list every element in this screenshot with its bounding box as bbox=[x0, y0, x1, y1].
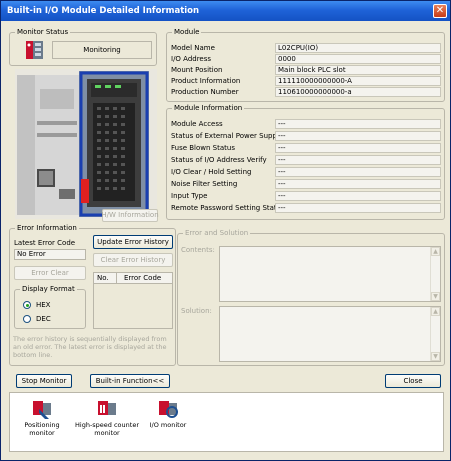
solution-textarea[interactable]: ▲ ▼ bbox=[219, 306, 441, 362]
info-row-label: Fuse Blown Status bbox=[171, 144, 235, 152]
error-and-solution-group: Error and Solution Contents: ▲ ▼ Solutio… bbox=[177, 229, 445, 366]
scroll-down-icon[interactable]: ▼ bbox=[431, 292, 440, 301]
builtin-function-button[interactable]: Built-in Function<< bbox=[90, 374, 170, 388]
info-row-label: Status of External Power Supply bbox=[171, 132, 284, 140]
info-row-label: I/O Clear / Hold Setting bbox=[171, 168, 252, 176]
dec-label[interactable]: DEC bbox=[36, 315, 51, 324]
error-information-legend: Error Information bbox=[15, 224, 79, 233]
module-row-value: Main block PLC slot bbox=[275, 65, 441, 75]
info-row-value: --- bbox=[275, 131, 441, 141]
info-row-label: Remote Password Setting Status bbox=[171, 204, 285, 212]
hw-information-button[interactable]: H/W Information bbox=[101, 209, 159, 222]
builtin-function-panel: Positioning monitor High-speed counter m… bbox=[9, 392, 444, 452]
info-row-value: --- bbox=[275, 203, 441, 213]
window-title: Built-in I/O Module Detailed Information bbox=[7, 6, 200, 16]
module-row-label: Product Information bbox=[171, 77, 241, 85]
scroll-up-icon[interactable]: ▲ bbox=[431, 247, 440, 256]
display-format-group: Display Format HEX DEC bbox=[14, 285, 86, 329]
clear-error-history-button[interactable]: Clear Error History bbox=[93, 253, 173, 267]
plc-module-image bbox=[15, 69, 157, 219]
module-row-value: 111110000000000-A bbox=[275, 76, 441, 86]
contents-label: Contents: bbox=[181, 246, 215, 254]
info-row-value: --- bbox=[275, 179, 441, 189]
module-legend: Module bbox=[172, 28, 202, 37]
detail-window: Built-in I/O Module Detailed Information… bbox=[0, 0, 451, 461]
scroll-up-icon[interactable]: ▲ bbox=[431, 307, 440, 316]
update-error-history-button[interactable]: Update Error History bbox=[93, 235, 173, 249]
info-row-value: --- bbox=[275, 167, 441, 177]
monitor-status-group: Monitor Status Monitoring bbox=[9, 28, 157, 66]
positioning-monitor-icon bbox=[33, 401, 51, 419]
contents-textarea[interactable]: ▲ ▼ bbox=[219, 246, 441, 302]
monitor-status-field: Monitoring bbox=[52, 41, 152, 59]
io-monitor-label: I/O monitor bbox=[149, 421, 187, 429]
hex-label[interactable]: HEX bbox=[36, 301, 50, 310]
error-and-solution-legend: Error and Solution bbox=[183, 229, 251, 238]
scroll-down-icon[interactable]: ▼ bbox=[431, 352, 440, 361]
module-row-label: Production Number bbox=[171, 88, 239, 96]
info-row-value: --- bbox=[275, 143, 441, 153]
module-information-group: Module Information Module Access --- Sta… bbox=[166, 104, 445, 220]
latest-error-label: Latest Error Code bbox=[14, 239, 76, 247]
module-row-value: L02CPU(IO) bbox=[275, 43, 441, 53]
module-row-label: Mount Position bbox=[171, 66, 223, 74]
hex-radio[interactable] bbox=[23, 301, 31, 309]
info-row-label: Input Type bbox=[171, 192, 208, 200]
high-speed-counter-item[interactable]: High-speed counter monitor bbox=[72, 397, 142, 437]
error-history-note: The error history is sequentially displa… bbox=[13, 335, 167, 359]
module-row-label: Model Name bbox=[171, 44, 215, 52]
io-monitor-icon bbox=[159, 401, 178, 418]
error-information-group: Error Information Latest Error Code No E… bbox=[9, 224, 176, 366]
high-speed-counter-label: High-speed counter monitor bbox=[75, 421, 139, 437]
positioning-monitor-item[interactable]: Positioning monitor bbox=[14, 397, 70, 437]
module-row-value: 110610000000000-a bbox=[275, 87, 441, 97]
info-row-label: Module Access bbox=[171, 120, 223, 128]
info-row-value: --- bbox=[275, 119, 441, 129]
monitor-status-legend: Monitor Status bbox=[15, 28, 71, 37]
error-history-table[interactable]: No. Error Code bbox=[93, 272, 173, 329]
module-row-value: 0000 bbox=[275, 54, 441, 64]
info-row-label: Status of I/O Address Verify bbox=[171, 156, 267, 164]
high-speed-counter-icon bbox=[98, 401, 116, 415]
display-format-legend: Display Format bbox=[20, 285, 77, 294]
window-close-button[interactable]: ✕ bbox=[433, 4, 447, 18]
latest-error-field: No Error bbox=[14, 249, 86, 260]
stop-monitor-button[interactable]: Stop Monitor bbox=[16, 374, 72, 388]
dec-radio[interactable] bbox=[23, 315, 31, 323]
close-button[interactable]: Close bbox=[385, 374, 441, 388]
io-monitor-item[interactable]: I/O monitor bbox=[148, 397, 188, 429]
info-row-label: Noise Filter Setting bbox=[171, 180, 238, 188]
module-group: Module Model Name L02CPU(IO) I/O Address… bbox=[166, 28, 445, 102]
solution-scrollbar[interactable]: ▲ ▼ bbox=[430, 307, 440, 361]
module-information-legend: Module Information bbox=[172, 104, 245, 113]
solution-label: Solution: bbox=[181, 307, 212, 315]
monitoring-icon bbox=[25, 39, 47, 61]
info-row-value: --- bbox=[275, 191, 441, 201]
contents-scrollbar[interactable]: ▲ ▼ bbox=[430, 247, 440, 301]
positioning-monitor-label: Positioning monitor bbox=[24, 421, 60, 437]
module-row-label: I/O Address bbox=[171, 55, 212, 63]
title-bar[interactable]: Built-in I/O Module Detailed Information… bbox=[1, 1, 450, 21]
column-header-error-code[interactable]: Error Code bbox=[124, 274, 161, 282]
column-header-no[interactable]: No. bbox=[97, 274, 109, 282]
error-clear-button[interactable]: Error Clear bbox=[14, 266, 86, 280]
info-row-value: --- bbox=[275, 155, 441, 165]
